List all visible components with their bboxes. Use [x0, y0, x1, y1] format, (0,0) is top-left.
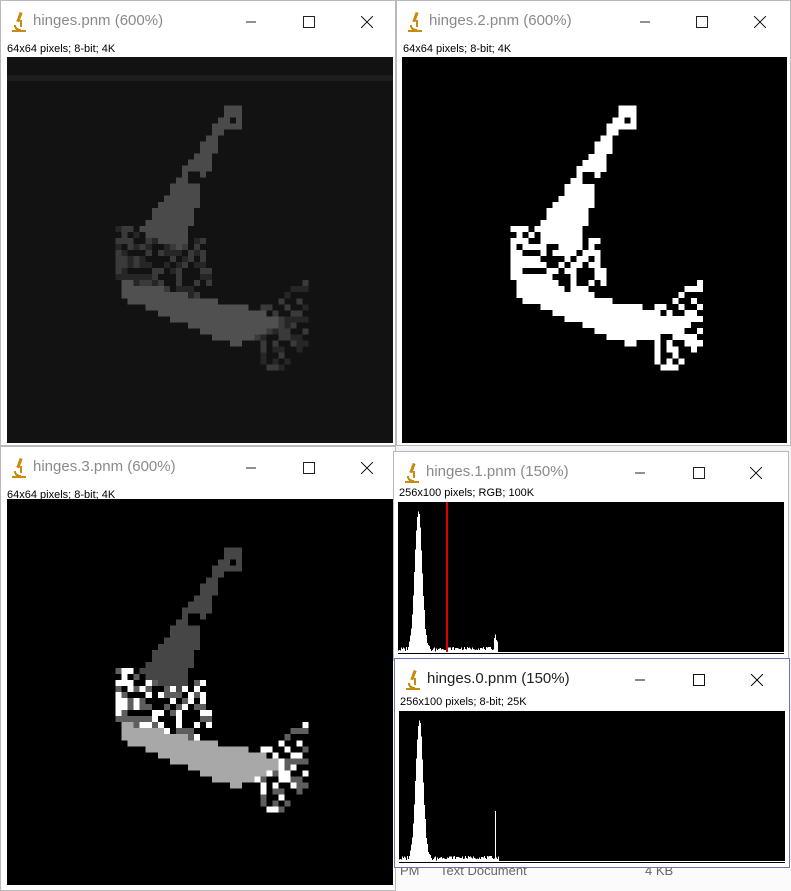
minimize-icon: [246, 21, 256, 23]
maximize-button[interactable]: [682, 7, 722, 37]
maximize-icon: [303, 16, 315, 28]
minimize-icon: [246, 467, 256, 469]
maximize-icon: [693, 467, 705, 479]
window-title: hinges.3.pnm (600%): [33, 458, 176, 475]
titlebar[interactable]: hinges.3.pnm (600%): [1, 447, 395, 488]
minimize-button[interactable]: [620, 665, 660, 695]
maximize-button[interactable]: [679, 665, 719, 695]
histogram-image-gray: [399, 720, 785, 862]
hinge-labeled-image: [115, 547, 309, 813]
image-canvas[interactable]: [7, 499, 393, 885]
image-info: 256x100 pixels; RGB; 100K: [399, 487, 535, 499]
close-button[interactable]: [740, 7, 780, 37]
image-info: 64x64 pixels; 8-bit; 4K: [7, 43, 116, 55]
imagej-microscope-icon: [403, 669, 423, 691]
maximize-button[interactable]: [289, 7, 329, 37]
close-icon: [754, 16, 766, 28]
image-canvas[interactable]: [398, 502, 784, 654]
image-info: 256x100 pixels; 8-bit; 25K: [400, 696, 527, 708]
imagej-microscope-icon: [405, 11, 425, 33]
window-hinges-3[interactable]: hinges.3.pnm (600%) 64x64 pixels; 8-bit;…: [0, 446, 396, 891]
window-hinges-2[interactable]: hinges.2.pnm (600%) 64x64 pixels; 8-bit;…: [396, 0, 791, 446]
hinge-grayscale-image: [7, 57, 393, 443]
close-button[interactable]: [347, 7, 387, 37]
minimize-icon: [635, 679, 645, 681]
window-title: hinges.2.pnm (600%): [429, 12, 572, 29]
close-icon: [750, 467, 762, 479]
window-hinges[interactable]: hinges.pnm (600%) 64x64 pixels; 8-bit; 4…: [0, 0, 396, 446]
window-title: hinges.1.pnm (150%): [426, 463, 569, 480]
window-hinges-1[interactable]: hinges.1.pnm (150%) 256x100 pixels; RGB;…: [393, 451, 789, 661]
histogram-image-rgb: [398, 502, 784, 653]
imagej-microscope-icon: [9, 11, 29, 33]
window-hinges-0[interactable]: hinges.0.pnm (150%) 256x100 pixels; 8-bi…: [394, 658, 790, 868]
maximize-icon: [303, 462, 315, 474]
minimize-button[interactable]: [625, 7, 665, 37]
minimize-icon: [640, 21, 650, 23]
close-button[interactable]: [737, 665, 777, 695]
imagej-microscope-icon: [402, 462, 422, 484]
minimize-icon: [635, 472, 645, 474]
imagej-microscope-icon: [9, 457, 29, 479]
image-info: 64x64 pixels; 8-bit; 4K: [403, 43, 512, 55]
image-canvas[interactable]: [399, 711, 785, 863]
maximize-button[interactable]: [679, 458, 719, 488]
close-button[interactable]: [736, 458, 776, 488]
window-title: hinges.0.pnm (150%): [427, 670, 570, 687]
window-title: hinges.pnm (600%): [33, 12, 164, 29]
hinge-threshold-image: [510, 105, 703, 371]
close-icon: [361, 462, 373, 474]
image-canvas[interactable]: [7, 57, 393, 443]
titlebar[interactable]: hinges.pnm (600%): [1, 1, 395, 42]
close-icon: [751, 674, 763, 686]
minimize-button[interactable]: [620, 458, 660, 488]
maximize-icon: [696, 16, 708, 28]
titlebar[interactable]: hinges.2.pnm (600%): [397, 1, 790, 42]
maximize-button[interactable]: [289, 453, 329, 483]
minimize-button[interactable]: [231, 7, 271, 37]
minimize-button[interactable]: [231, 453, 271, 483]
close-icon: [361, 16, 373, 28]
close-button[interactable]: [347, 453, 387, 483]
image-canvas[interactable]: [402, 57, 787, 443]
maximize-icon: [693, 674, 705, 686]
titlebar[interactable]: hinges.0.pnm (150%): [395, 659, 789, 700]
